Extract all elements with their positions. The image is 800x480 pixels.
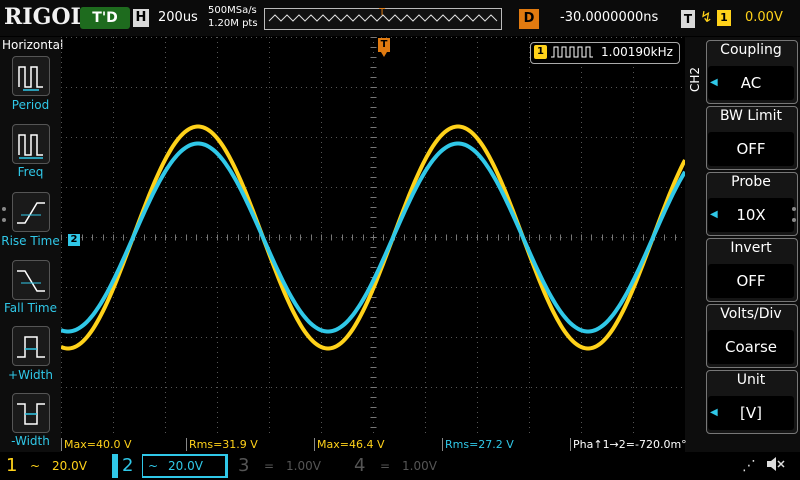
waveform-display[interactable] <box>60 37 687 438</box>
ch3-scale: 1.00V <box>286 459 321 473</box>
measure-freq-label[interactable]: Freq <box>0 165 61 179</box>
sample-rate: 500MSa/s <box>208 5 257 16</box>
dc-coupling-icon: = <box>380 459 391 473</box>
page-dot-icon <box>792 207 796 211</box>
panel-title: Horizontal <box>2 38 64 52</box>
coupling-value: AC <box>740 74 762 92</box>
measurement-item[interactable]: Rms=27.2 V <box>442 438 569 451</box>
speaker-mute-icon[interactable] <box>764 454 786 478</box>
ch1-number: 1 <box>6 455 18 476</box>
ch2-ground-marker[interactable]: 2 <box>68 234 80 246</box>
trigger-level-value[interactable]: 0.00V <box>745 10 783 25</box>
probe-value: 10X <box>736 206 766 224</box>
ch2-scale: 20.0V <box>168 459 203 473</box>
unit-value: [V] <box>740 404 762 422</box>
bw-limit-title: BW Limit <box>719 108 783 124</box>
volts-div-title: Volts/Div <box>720 306 782 322</box>
frequency-icon[interactable] <box>12 124 50 164</box>
menu-channel-tag: CH2 <box>688 66 702 92</box>
measurement-item[interactable]: Rms=31.9 V <box>186 438 313 451</box>
measurement-item[interactable]: Pha↑1→2=-720.0m° <box>570 438 687 451</box>
measure-positive-width-label[interactable]: +Width <box>0 368 61 382</box>
ac-coupling-icon: ~ <box>30 459 41 473</box>
memory-trigger-marker-icon: T <box>379 7 386 18</box>
period-icon[interactable] <box>12 56 50 96</box>
delay-label: D <box>519 9 539 29</box>
ch2-number: 2 <box>122 455 134 476</box>
measure-negative-width-label[interactable]: -Width <box>0 434 61 448</box>
fall-time-icon[interactable] <box>12 260 50 300</box>
graticule <box>61 37 686 438</box>
pulse-train-icon <box>550 44 594 64</box>
horizontal-delay-value[interactable]: -30.0000000ns <box>560 10 658 25</box>
trigger-position-arrow-icon <box>381 52 387 57</box>
negative-width-icon[interactable] <box>12 393 50 433</box>
waveform-grid[interactable] <box>60 37 687 438</box>
ch3-number: 3 <box>238 455 250 476</box>
page-dot-icon <box>792 218 796 222</box>
positive-width-icon[interactable] <box>12 326 50 366</box>
timebase-value[interactable]: 200us <box>158 10 198 25</box>
unit-title: Unit <box>736 372 766 388</box>
horizontal-label: H <box>133 9 149 27</box>
frequency-value: 1.00190kHz <box>601 45 673 59</box>
memory-depth: 1.20M pts <box>208 18 258 29</box>
rising-edge-icon: ↯ <box>700 8 713 26</box>
page-dot-icon <box>2 207 6 211</box>
freq-channel-badge: 1 <box>534 45 547 59</box>
measurement-item[interactable]: Max=40.0 V <box>61 438 188 451</box>
trigger-position-marker[interactable]: T <box>378 38 390 52</box>
dc-coupling-icon: = <box>264 459 275 473</box>
rise-time-icon[interactable] <box>12 192 50 232</box>
usb-icon: ⋰ <box>742 458 756 474</box>
invert-title: Invert <box>730 240 772 256</box>
trigger-source-badge[interactable]: 1 <box>717 10 731 26</box>
page-dot-icon <box>2 218 6 222</box>
measure-rise-time-label[interactable]: Rise Time <box>0 234 61 248</box>
coupling-title: Coupling <box>720 42 782 58</box>
invert-value: OFF <box>736 272 766 290</box>
probe-title: Probe <box>731 174 771 190</box>
volts-div-value: Coarse <box>724 338 778 356</box>
measure-period-label[interactable]: Period <box>0 98 61 112</box>
measure-fall-time-label[interactable]: Fall Time <box>0 301 61 315</box>
ch4-scale: 1.00V <box>402 459 437 473</box>
probe-arrow-icon: ◀ <box>710 209 718 220</box>
brand-logo: RIGOL <box>4 4 86 30</box>
bw-limit-value: OFF <box>736 140 766 158</box>
coupling-arrow-icon: ◀ <box>710 77 718 88</box>
unit-arrow-icon: ◀ <box>710 407 718 418</box>
trigger-status-badge[interactable]: T'D <box>80 7 130 29</box>
ch4-number: 4 <box>354 455 366 476</box>
trigger-label: T <box>681 10 695 28</box>
ac-coupling-icon: ~ <box>148 459 159 473</box>
measurement-item[interactable]: Max=46.4 V <box>314 438 441 451</box>
ch1-scale: 20.0V <box>52 459 87 473</box>
